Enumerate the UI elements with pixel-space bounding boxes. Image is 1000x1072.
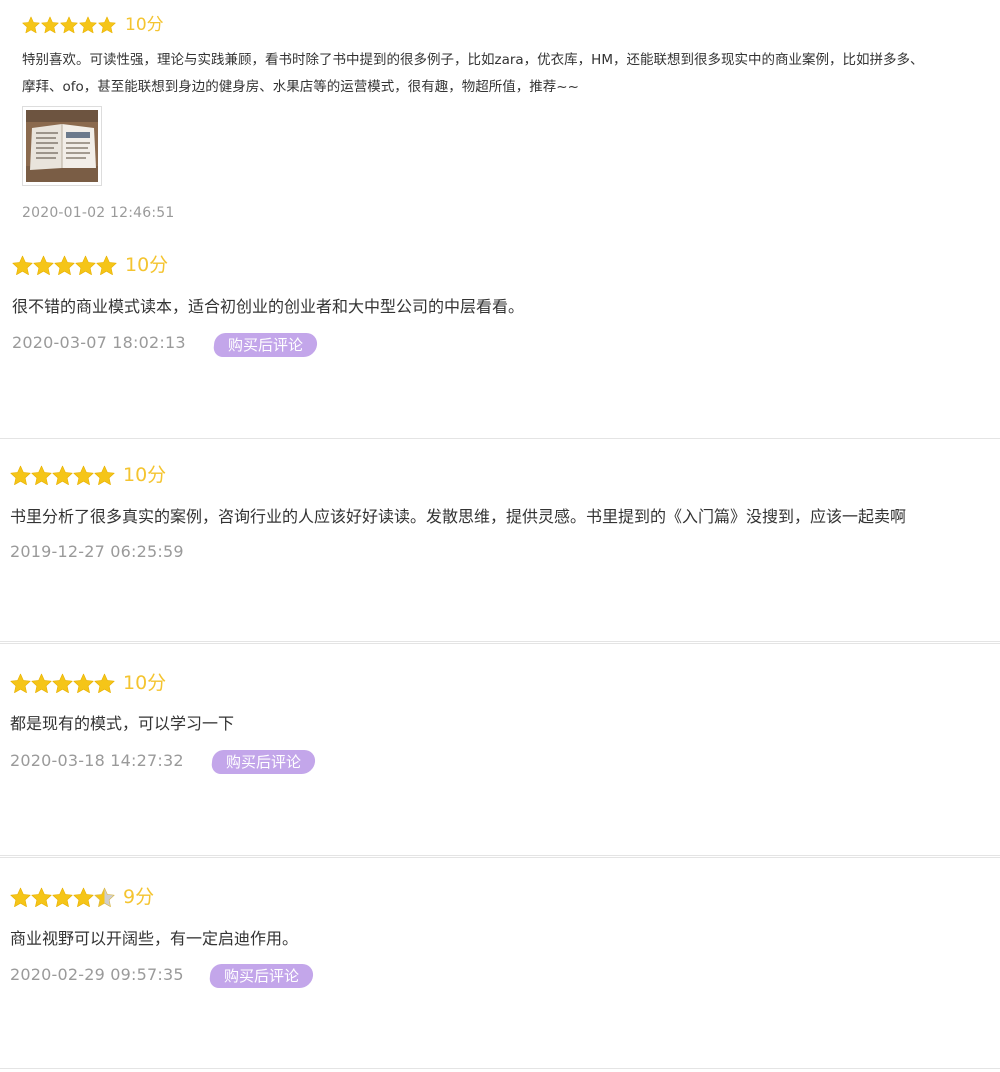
star-icon — [96, 255, 117, 275]
rating-row: 10分 — [10, 673, 166, 694]
star-icon — [79, 16, 97, 34]
star-rating — [10, 673, 115, 694]
review-date: 2019-12-27 06:25:59 — [10, 542, 184, 561]
score-label: 9分 — [123, 886, 155, 908]
star-rating — [10, 887, 115, 908]
star-rating — [22, 16, 117, 34]
star-icon — [54, 255, 75, 275]
review-text: 商业视野可以开阔些，有一定启迪作用。 — [10, 929, 299, 948]
star-icon — [10, 465, 31, 485]
star-icon — [22, 16, 40, 34]
score-label: 10分 — [123, 672, 167, 694]
star-icon — [10, 887, 31, 907]
review-divider — [0, 641, 1000, 644]
review-text-line: 特别喜欢。可读性强，理论与实践兼顾，看书时除了书中提到的很多例子，比如zara，… — [22, 52, 924, 68]
review-photo-thumbnail[interactable] — [22, 106, 102, 186]
review-text: 都是现有的模式，可以学习一下 — [10, 714, 235, 733]
review-divider — [0, 855, 1000, 858]
star-icon — [31, 673, 52, 693]
star-icon — [75, 255, 96, 275]
star-rating — [10, 465, 115, 486]
book-photo-icon — [26, 110, 98, 182]
review-date: 2020-03-07 18:02:13 — [12, 333, 186, 352]
score-label: 10分 — [125, 14, 164, 35]
review-text: 很不错的商业模式读本，适合初创业的创业者和大中型公司的中层看看。 — [12, 297, 525, 316]
score-label: 10分 — [123, 464, 167, 486]
purchased-review-badge: 购买后评论 — [210, 750, 317, 774]
star-icon — [94, 673, 115, 693]
purchased-review-badge: 购买后评论 — [208, 964, 315, 988]
review-date: 2020-02-29 09:57:35 — [10, 965, 184, 984]
star-icon — [10, 673, 31, 693]
review-text-line: 摩拜、ofo，甚至能联想到身边的健身房、水果店等的运营模式，很有趣，物超所值，推… — [22, 79, 579, 95]
rating-row: 10分 — [12, 255, 168, 276]
star-icon — [31, 887, 52, 907]
star-icon — [73, 465, 94, 485]
star-icon — [52, 887, 73, 907]
star-icon — [12, 255, 33, 275]
star-icon — [31, 465, 52, 485]
half-star-icon — [94, 887, 115, 907]
review-text: 书里分析了很多真实的案例，咨询行业的人应该好好读读。发散思维，提供灵感。书里提到… — [10, 507, 907, 526]
star-icon — [73, 887, 94, 907]
review-divider — [0, 1068, 1000, 1069]
star-icon — [41, 16, 59, 34]
review-date: 2020-01-02 12:46:51 — [22, 205, 175, 221]
rating-row: 10分 — [10, 465, 166, 486]
star-icon — [94, 465, 115, 485]
star-icon — [33, 255, 54, 275]
purchased-review-badge: 购买后评论 — [212, 333, 319, 357]
star-rating — [12, 255, 117, 276]
star-icon — [52, 673, 73, 693]
rating-row: 10分 — [22, 16, 164, 34]
review-divider — [0, 438, 1000, 439]
rating-row: 9分 — [10, 887, 154, 908]
score-label: 10分 — [125, 254, 169, 276]
star-icon — [73, 673, 94, 693]
review-date: 2020-03-18 14:27:32 — [10, 751, 184, 770]
star-icon — [52, 465, 73, 485]
star-icon — [60, 16, 78, 34]
star-icon — [98, 16, 116, 34]
